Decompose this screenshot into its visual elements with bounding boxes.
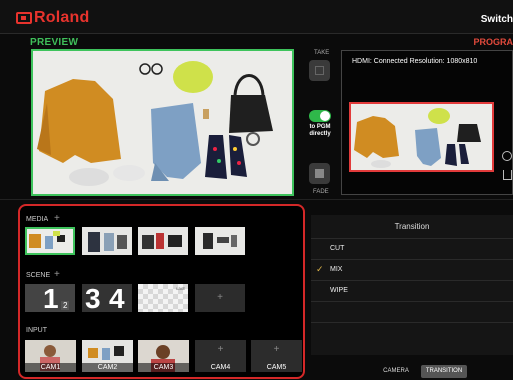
take-label: TAKE [314,50,330,56]
scene-thumb-3[interactable]: LIVE [138,284,188,312]
cam5-add: + [273,344,280,355]
to-pgm-toggle[interactable] [309,110,331,122]
media-thumb-image [27,229,73,253]
header-divider [0,33,513,34]
media-thumb-image [138,227,188,255]
cam2-tile[interactable]: CAM2 [82,340,133,372]
option-label: WIPE [330,287,348,294]
fade-label: FADE [313,189,329,195]
media-thumb-4[interactable] [195,227,245,255]
cam4-tile[interactable]: + CAM4 [195,340,246,372]
cam2-label: CAM2 [82,363,133,372]
program-monitor[interactable] [349,102,494,172]
transition-option-mix[interactable]: ✓ MIX [311,259,513,280]
option-label: MIX [330,266,343,273]
scene-number: 1 [43,284,59,313]
program-label: PROGRA [473,37,513,47]
transition-empty-row [311,322,513,343]
scene-number: 3 [85,284,101,313]
cam5-label: CAM5 [266,364,287,371]
check-icon: ✓ [316,264,324,274]
media-thumb-1[interactable] [25,227,75,255]
transition-option-wipe[interactable]: WIPE [311,280,513,301]
live-badge: LIVE [176,286,185,291]
gear-icon[interactable] [502,151,512,161]
media-thumb-3[interactable] [138,227,188,255]
roland-logo-mark [16,12,32,24]
cam4-label: CAM4 [210,364,231,371]
cam3-tile[interactable]: CAM3 [138,340,189,372]
preview-monitor[interactable] [31,49,294,196]
media-label: MEDIA [26,216,49,223]
cam3-label: CAM3 [138,363,189,372]
mode-switch-label[interactable]: Switch [481,14,513,25]
media-thumb-image [195,227,245,255]
scene-thumb-1[interactable]: 1 2 [25,284,75,312]
fade-button[interactable] [309,163,330,184]
scene-number: 4 [109,284,125,313]
tab-camera[interactable]: CAMERA [376,365,416,378]
transition-option-cut[interactable]: CUT [311,238,513,259]
transition-empty-row [311,301,513,322]
media-thumb-2[interactable] [82,227,132,255]
scene-label: SCENE [26,272,51,279]
preview-label: PREVIEW [30,37,79,48]
add-scene-button[interactable]: + [54,269,60,280]
hdmi-status: HDMI: Connected Resolution: 1080x810 [352,58,478,65]
program-image [351,104,492,170]
tab-transition[interactable]: TRANSITION [421,365,467,378]
scene-empty-slot[interactable]: + [195,284,245,312]
cam5-tile[interactable]: + CAM5 [251,340,302,372]
brand-name: Roland [34,9,90,26]
cam1-tile[interactable]: CAM1 [25,340,76,372]
cam4-add: + [217,344,224,355]
input-label: INPUT [26,327,47,334]
roland-logo: Roland [16,9,90,26]
take-button[interactable] [309,60,330,81]
scene-thumb-2[interactable]: 3 4 [82,284,132,312]
share-icon[interactable] [503,170,512,180]
preview-image [33,51,292,194]
cam1-label: CAM1 [25,363,76,372]
option-label: CUT [330,245,345,252]
transition-title: Transition [394,222,430,231]
source-panel: MEDIA + SCENE + 1 2 3 4 LIVE + INPUT CAM… [18,204,305,379]
section-divider [0,199,513,200]
scene-badge: 2 [61,301,70,310]
to-pgm-label: to PGM directly [309,124,331,137]
add-media-button[interactable]: + [54,213,60,224]
media-thumb-image [82,227,132,255]
